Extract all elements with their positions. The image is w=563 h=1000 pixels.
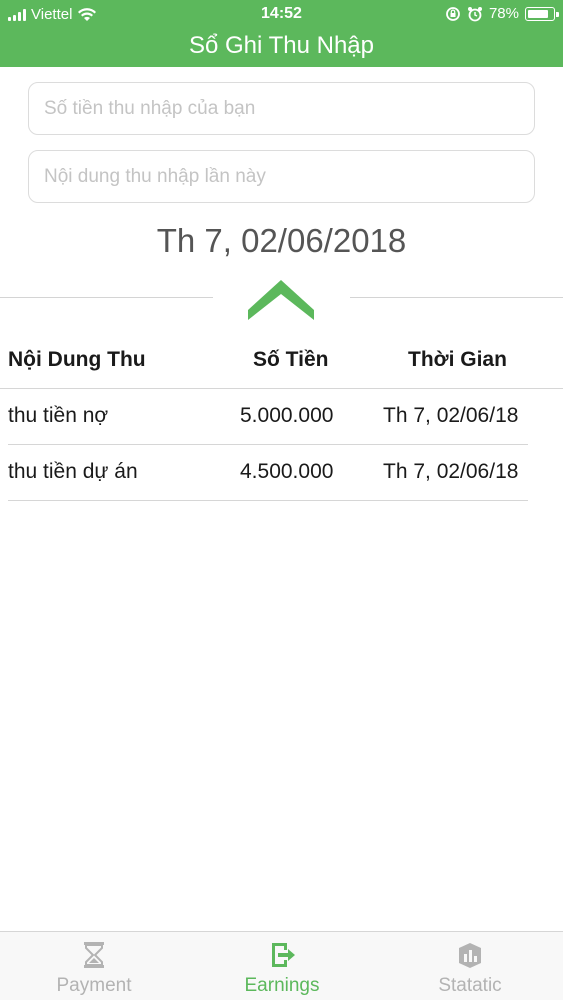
chevron-up-icon[interactable] — [248, 278, 314, 322]
exit-door-icon — [272, 943, 295, 967]
app-screen: Viettel 14:52 78% Sổ Ghi Thu Nhập Số tiề… — [0, 0, 563, 1000]
table-header: Nội Dung Thu Số Tiền Thời Gian — [0, 340, 563, 384]
header-content: Nội Dung Thu — [8, 348, 146, 371]
divider-right — [350, 297, 563, 298]
header-amount: Số Tiền — [253, 348, 329, 371]
divider-left — [0, 297, 213, 298]
battery-percent: 78% — [488, 5, 519, 22]
tab-statatic-label: Statatic — [438, 975, 502, 996]
tab-payment-label: Payment — [56, 975, 132, 996]
row-divider — [8, 500, 528, 501]
tab-bar: Payment Earnings Statatic — [0, 931, 563, 1000]
table-row[interactable]: thu tiền dự án 4.500.000 Th 7, 02/06/18 — [0, 444, 563, 500]
rotation-lock-icon — [446, 6, 460, 21]
row-content: thu tiền nợ — [8, 404, 109, 427]
status-bar: Viettel 14:52 78% — [0, 0, 563, 30]
hourglass-icon — [84, 942, 104, 968]
tab-earnings[interactable]: Earnings — [188, 932, 376, 1000]
chart-box-icon — [459, 943, 481, 968]
page-title: Sổ Ghi Thu Nhập — [188, 32, 374, 59]
table-row[interactable]: thu tiền nợ 5.000.000 Th 7, 02/06/18 — [0, 388, 563, 444]
row-time: Th 7, 02/06/18 — [383, 460, 519, 483]
row-time: Th 7, 02/06/18 — [383, 404, 519, 427]
alarm-icon — [467, 6, 482, 21]
tab-payment[interactable]: Payment — [0, 932, 188, 1000]
header: Viettel 14:52 78% Sổ Ghi Thu Nhập — [0, 0, 563, 67]
note-input[interactable] — [28, 150, 535, 203]
header-time: Thời Gian — [408, 348, 507, 371]
battery-icon — [525, 6, 559, 21]
row-amount: 4.500.000 — [240, 460, 334, 483]
tab-statatic[interactable]: Statatic — [376, 932, 563, 1000]
amount-input[interactable] — [28, 82, 535, 135]
row-amount: 5.000.000 — [240, 404, 334, 427]
status-right: 78% — [445, 5, 559, 22]
tab-earnings-label: Earnings — [244, 975, 320, 996]
selected-date[interactable]: Th 7, 02/06/2018 — [0, 222, 563, 266]
row-content: thu tiền dự án — [8, 460, 138, 483]
